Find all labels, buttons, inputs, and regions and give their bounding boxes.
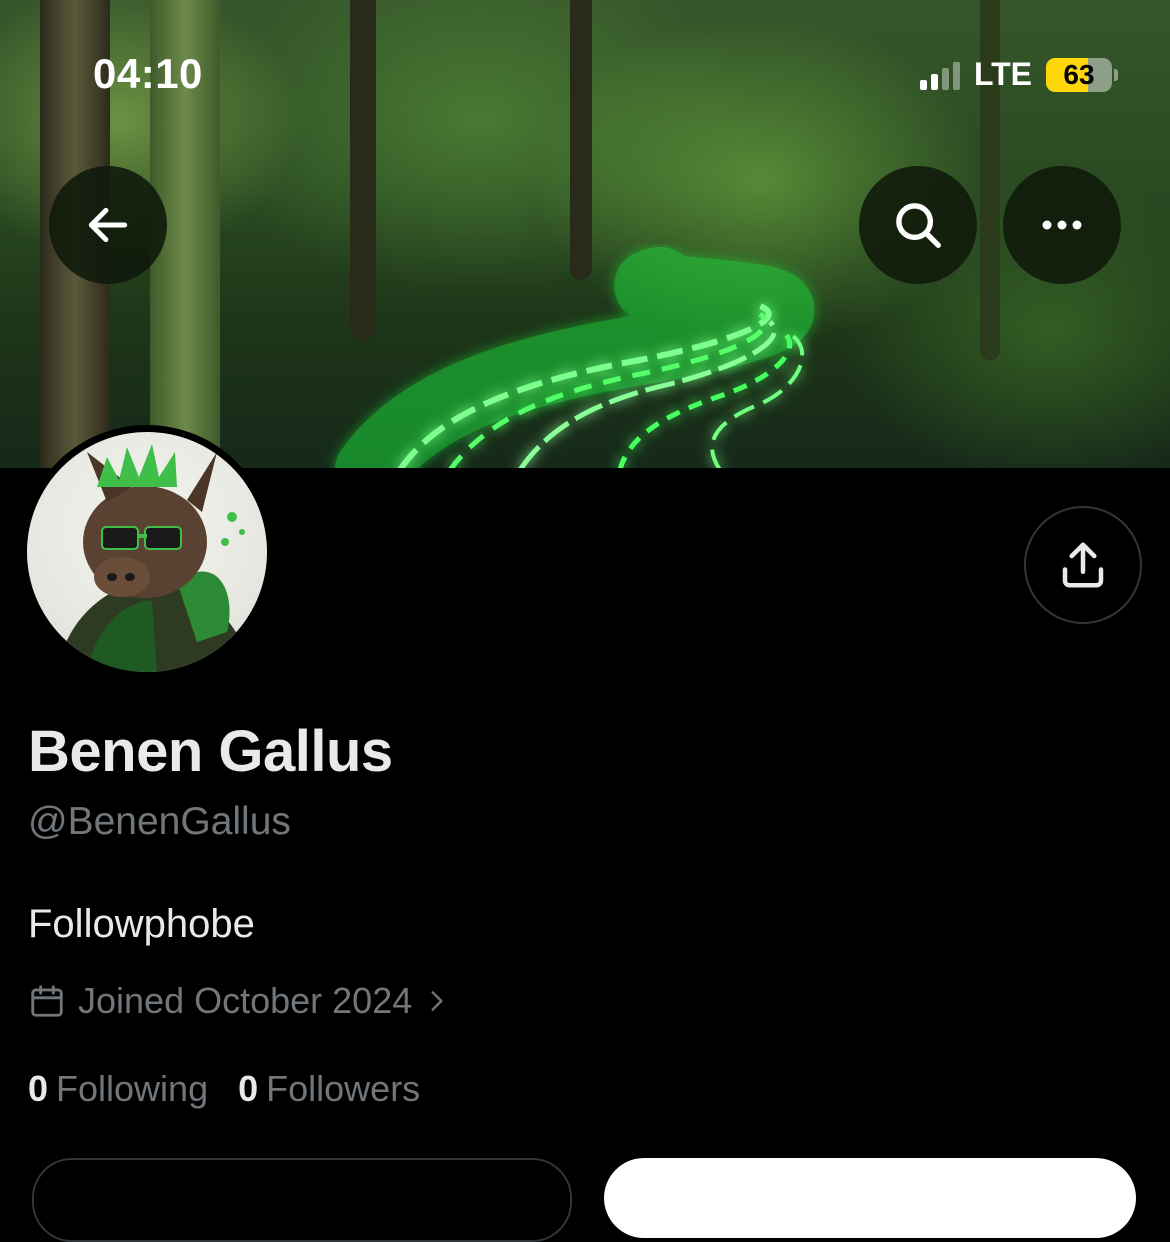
- network-type: LTE: [973, 56, 1032, 92]
- outlined-action-button[interactable]: [32, 1158, 572, 1242]
- cellular-signal-icon: [919, 60, 960, 90]
- share-icon: [1062, 542, 1104, 588]
- battery-tip: [1114, 68, 1118, 81]
- followers-count: 0: [238, 1068, 259, 1109]
- chevron-right-icon: [431, 991, 443, 1011]
- status-indicators: LTE 63: [919, 56, 1118, 93]
- search-icon: [896, 203, 941, 248]
- joined-date: Joined October 2024: [78, 980, 413, 1021]
- battery-icon: 63: [1046, 57, 1112, 92]
- arrow-left-icon: [88, 207, 128, 243]
- following-label: Following: [56, 1068, 209, 1109]
- boar-avatar-image: [57, 444, 252, 672]
- following-count: 0: [28, 1068, 49, 1109]
- status-time: 04:10: [93, 50, 203, 97]
- followers-label: Followers: [266, 1068, 421, 1109]
- calendar-icon: [31, 985, 63, 1017]
- avatar[interactable]: [27, 432, 267, 672]
- follow-stats: 0 Following 0 Followers: [28, 1068, 420, 1110]
- avatar-frame[interactable]: [20, 425, 274, 679]
- more-options-button[interactable]: [1003, 166, 1121, 284]
- filled-action-button[interactable]: [604, 1158, 1136, 1238]
- followers-link[interactable]: 0 Followers: [238, 1068, 420, 1110]
- user-handle: @BenenGallus: [28, 800, 291, 843]
- battery-level: 63: [1063, 58, 1095, 90]
- share-button[interactable]: [1024, 506, 1142, 624]
- profile-bio: Followphobe: [28, 902, 255, 946]
- following-link[interactable]: 0 Following: [28, 1068, 208, 1110]
- display-name: Benen Gallus: [28, 719, 393, 784]
- more-horizontal-icon: [1042, 220, 1082, 230]
- joined-date-row[interactable]: Joined October 2024: [28, 980, 450, 1022]
- back-button[interactable]: [49, 166, 167, 284]
- search-button[interactable]: [859, 166, 977, 284]
